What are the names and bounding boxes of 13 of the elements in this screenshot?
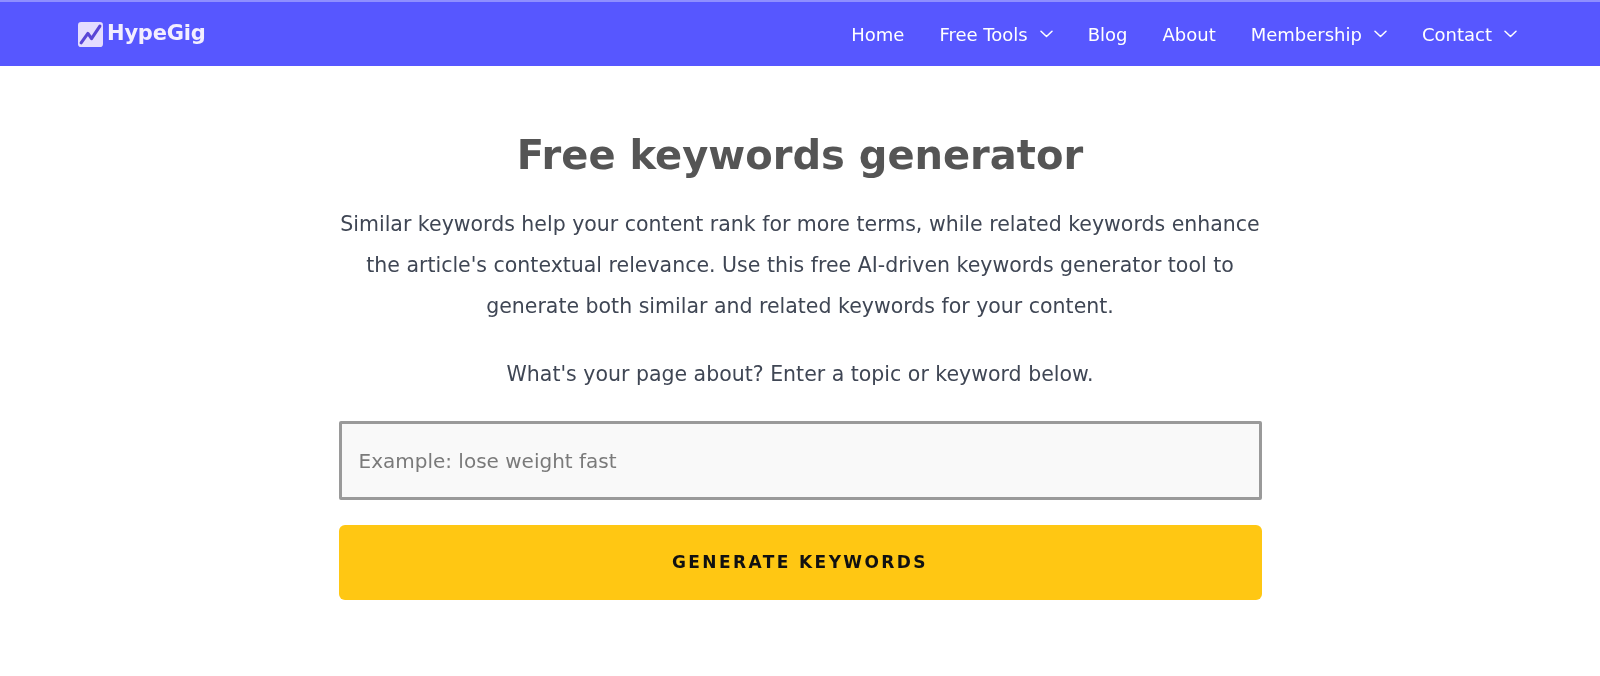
nav-link[interactable]: About [1162,20,1216,48]
page-title: Free keywords generator [515,131,1085,179]
intro-paragraph: Similar keywords help your content rank for more terms, while related keywords enhance the article's contextual relevance. Use this free AI-driven keywords generator tool to generate both similar and related keywords for your content. [339,211,1261,320]
dropdown-menu-link[interactable]: Contact [1421,20,1517,48]
dropdown-menu-link[interactable]: Membership [1250,20,1387,48]
input-prompt-text: What's your page about? Enter a topic or keyword below. [505,361,1095,388]
nav-link[interactable]: Home [851,20,905,48]
logo-link[interactable]: HypeGig [78,18,206,50]
nav-link[interactable]: Blog [1087,20,1128,48]
generate-keywords-button[interactable]: GENERATE KEYWORDS [338,525,1262,600]
topic-input-field[interactable]: Example: lose weight fast [338,421,1262,500]
dropdown-menu-link[interactable]: Free Tools [939,20,1053,48]
chart-line-logo-icon [78,21,103,47]
